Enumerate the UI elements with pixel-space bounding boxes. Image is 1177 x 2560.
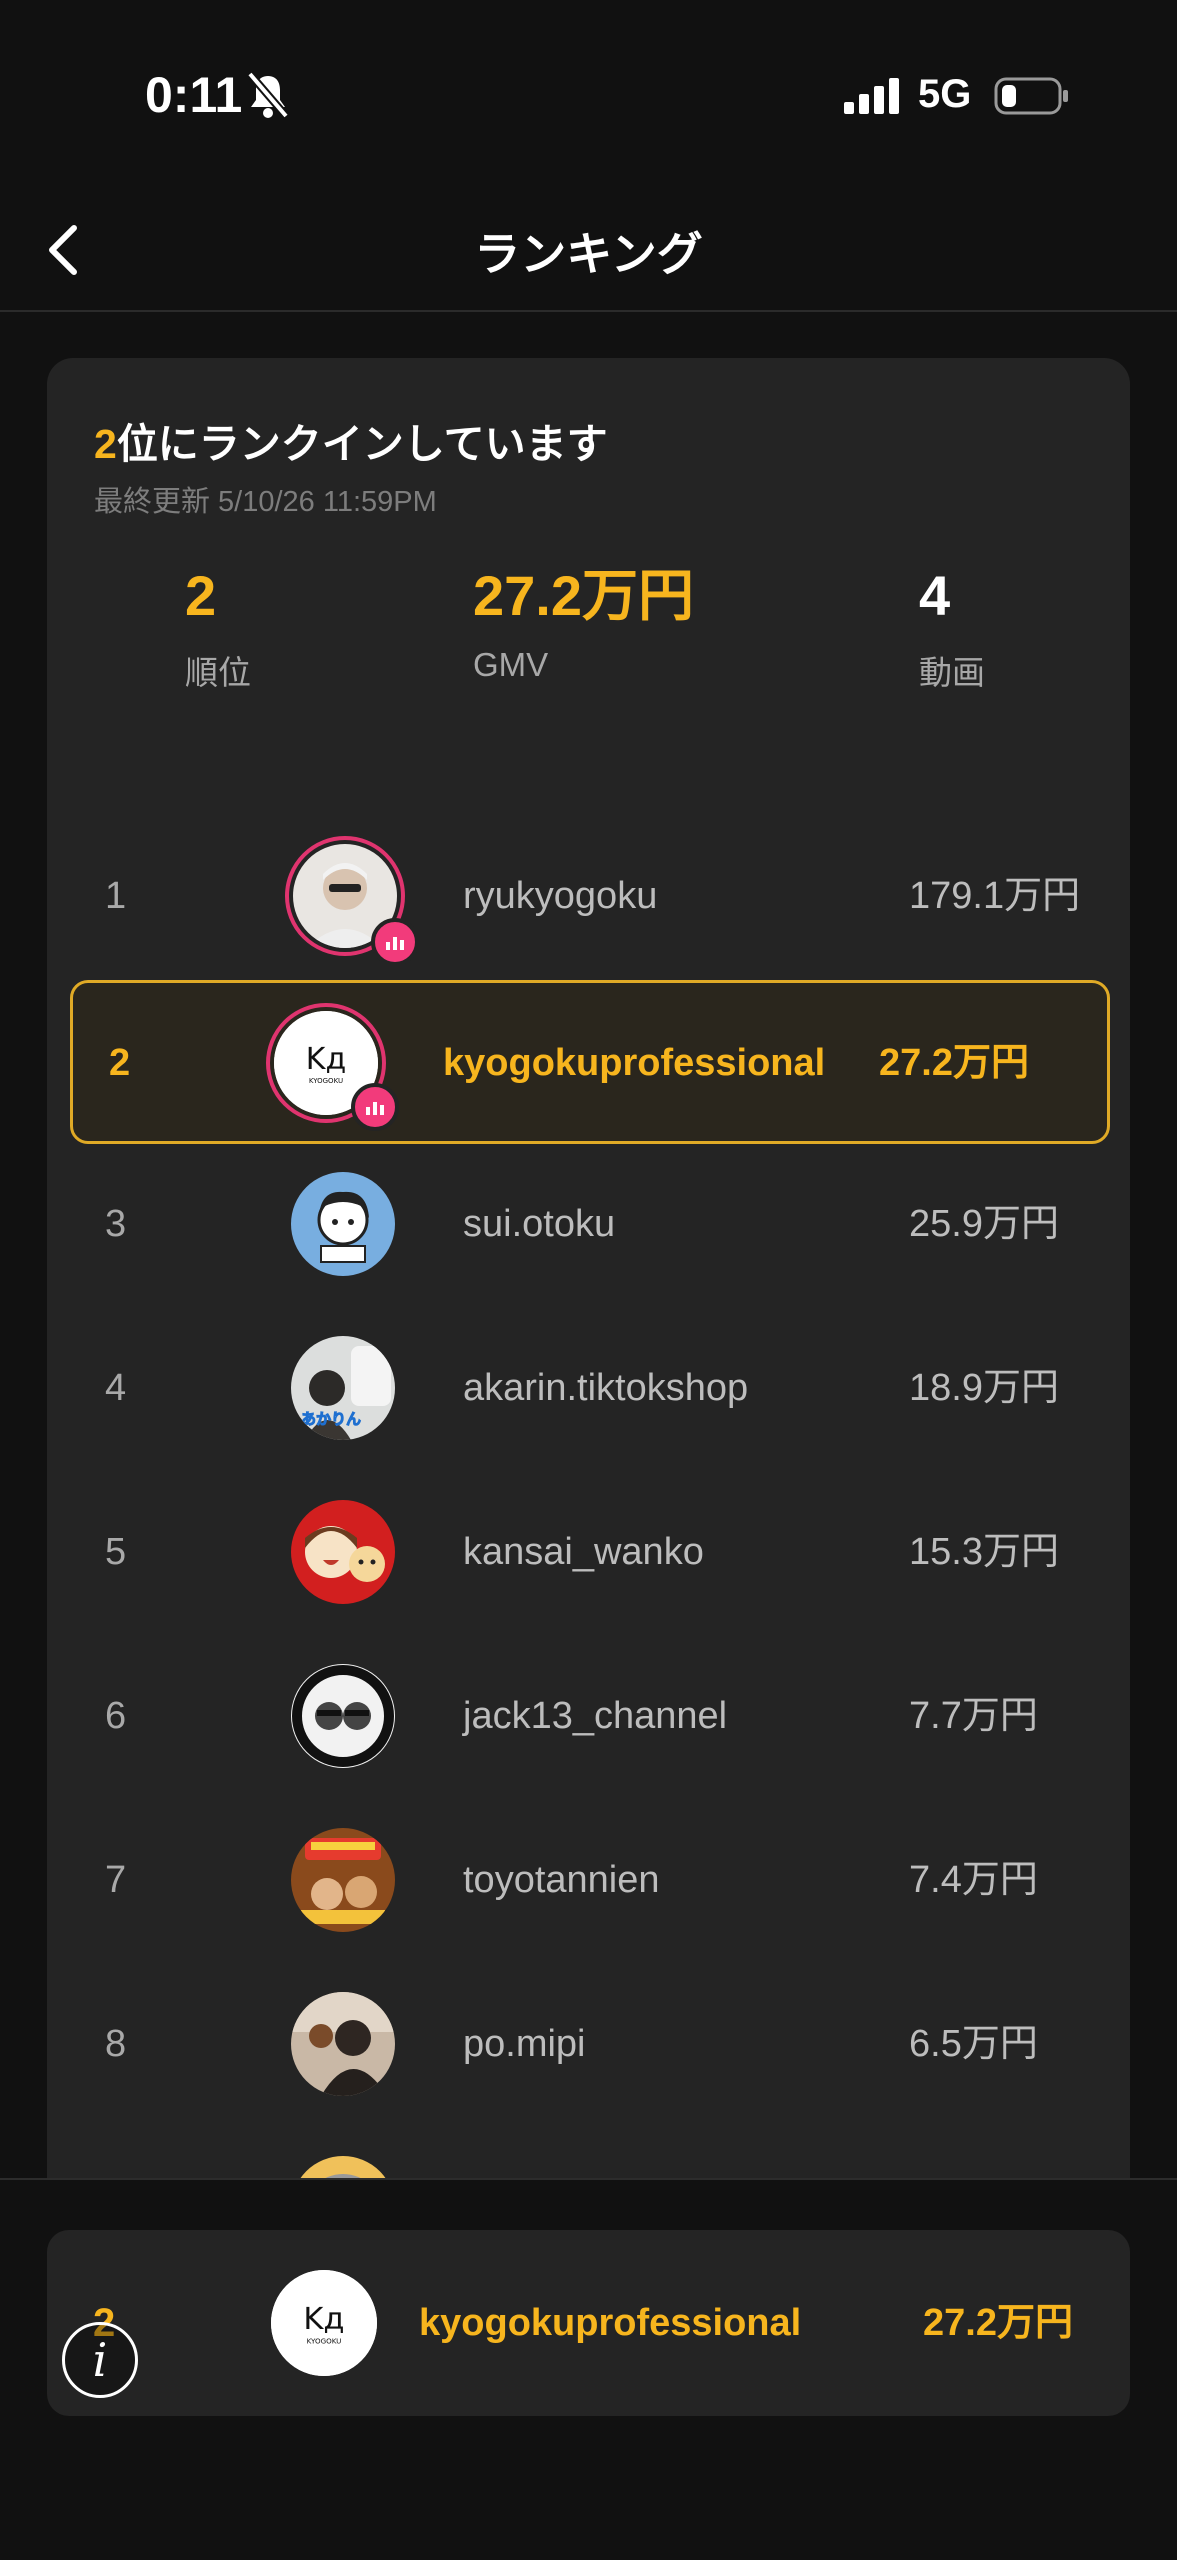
- headline-rank: 2: [94, 421, 117, 467]
- avatar[interactable]: [291, 1828, 395, 1932]
- divider: [0, 2178, 1177, 2180]
- avatar-logo-text: Kд: [303, 2302, 344, 2337]
- my-rank-card[interactable]: 2 Kд KYOGOKU kyogokuprofessional 27.2万円: [47, 2230, 1130, 2416]
- ranking-row[interactable]: 7 toyotannien 7.4万円: [71, 1800, 1107, 1960]
- avatar-logo-sub: KYOGOKU: [309, 1077, 343, 1085]
- ranking-row[interactable]: 5 kansai_wanko 15.3万円: [71, 1472, 1107, 1632]
- stat-gmv: 27.2万円 GMV: [473, 568, 694, 684]
- creator-gmv: 6.5万円: [909, 2023, 1038, 2065]
- rank-number: 1: [105, 875, 127, 917]
- creator-gmv: 18.9万円: [909, 1367, 1059, 1409]
- rank-number: 3: [105, 1203, 127, 1245]
- rank-number: 4: [105, 1367, 127, 1409]
- ranking-row-current[interactable]: 2 Kд KYOGOKU kyogokuprofessional 27.2万円: [70, 980, 1110, 1144]
- rank-number: 8: [105, 2023, 127, 2065]
- creator-name: po.mipi: [463, 2023, 586, 2065]
- avatar[interactable]: [291, 1664, 395, 1768]
- rank-number: 2: [109, 1042, 131, 1084]
- headline-text: 位にランクインしています: [116, 421, 608, 467]
- last-updated: 最終更新 5/10/26 11:59PM: [94, 486, 437, 518]
- rank-headline: 2位にランクインしています: [94, 410, 608, 470]
- creator-name: kyogokuprofessional: [443, 1042, 826, 1084]
- ranking-row[interactable]: 1 ryukyogoku 179.1万円: [71, 816, 1107, 976]
- creator-name: ryukyogoku: [463, 875, 658, 917]
- info-icon[interactable]: i: [62, 2322, 138, 2398]
- stat-rank: 2 順位: [185, 568, 251, 694]
- my-gmv: 27.2万円: [923, 2302, 1073, 2344]
- network-type: 5G: [918, 72, 972, 116]
- my-name: kyogokuprofessional: [419, 2302, 802, 2344]
- stat-videos: 4 動画: [919, 568, 985, 694]
- creator-gmv: 25.9万円: [909, 1203, 1059, 1245]
- ranking-row[interactable]: 8 po.mipi 6.5万円: [71, 1964, 1107, 2124]
- page-title: ランキング: [474, 228, 703, 280]
- rank-number: 5: [105, 1531, 127, 1573]
- my-avatar[interactable]: Kд KYOGOKU: [271, 2270, 377, 2376]
- bell-slash-icon: [246, 71, 290, 119]
- avatar-caption: あかりん: [301, 1410, 361, 1428]
- ranking-card: 2位にランクインしています 最終更新 5/10/26 11:59PM 2 順位 …: [47, 358, 1130, 2208]
- creator-gmv: 7.7万円: [909, 1695, 1038, 1737]
- creator-name: jack13_channel: [463, 1695, 728, 1737]
- avatar-logo-sub: KYOGOKU: [307, 2336, 342, 2345]
- creator-name: akarin.tiktokshop: [463, 1367, 749, 1409]
- creator-gmv: 179.1万円: [909, 875, 1081, 917]
- creator-name: kansai_wanko: [463, 1531, 704, 1573]
- avatar[interactable]: [291, 1172, 395, 1276]
- creator-name: toyotannien: [463, 1859, 660, 1901]
- battery-icon: [994, 77, 1068, 115]
- avatar-logo-text: Kд: [306, 1042, 346, 1077]
- avatar[interactable]: あかりん: [291, 1336, 395, 1440]
- status-time: 0:11: [145, 67, 243, 123]
- live-badge-icon: [351, 1083, 399, 1131]
- status-bar: 0:11 5G: [0, 0, 1177, 190]
- ranking-row[interactable]: 4 あかりん akarin.tiktokshop 18.9万円: [71, 1308, 1107, 1468]
- cellular-signal-icon: [844, 78, 899, 114]
- ranking-row[interactable]: 6 jack13_channel 7.7万円: [71, 1636, 1107, 1796]
- ranking-row[interactable]: 3 sui.otoku 25.9万円: [71, 1144, 1107, 1304]
- nav-header: ランキング: [0, 190, 1177, 312]
- stat-gmv-value: 27.2万円: [473, 564, 694, 627]
- stat-videos-value: 4: [919, 564, 951, 627]
- creator-name: sui.otoku: [463, 1203, 616, 1245]
- avatar[interactable]: [291, 1992, 395, 2096]
- creator-gmv: 27.2万円: [879, 1042, 1029, 1084]
- stat-videos-label: 動画: [919, 654, 985, 691]
- rank-number: 7: [105, 1859, 127, 1901]
- live-badge-icon: [371, 918, 419, 966]
- stat-rank-value: 2: [185, 564, 217, 627]
- rank-number: 6: [105, 1695, 127, 1737]
- avatar[interactable]: [291, 1500, 395, 1604]
- creator-gmv: 15.3万円: [909, 1531, 1059, 1573]
- stat-rank-label: 順位: [185, 654, 251, 691]
- stat-gmv-label: GMV: [473, 646, 549, 683]
- creator-gmv: 7.4万円: [909, 1859, 1038, 1901]
